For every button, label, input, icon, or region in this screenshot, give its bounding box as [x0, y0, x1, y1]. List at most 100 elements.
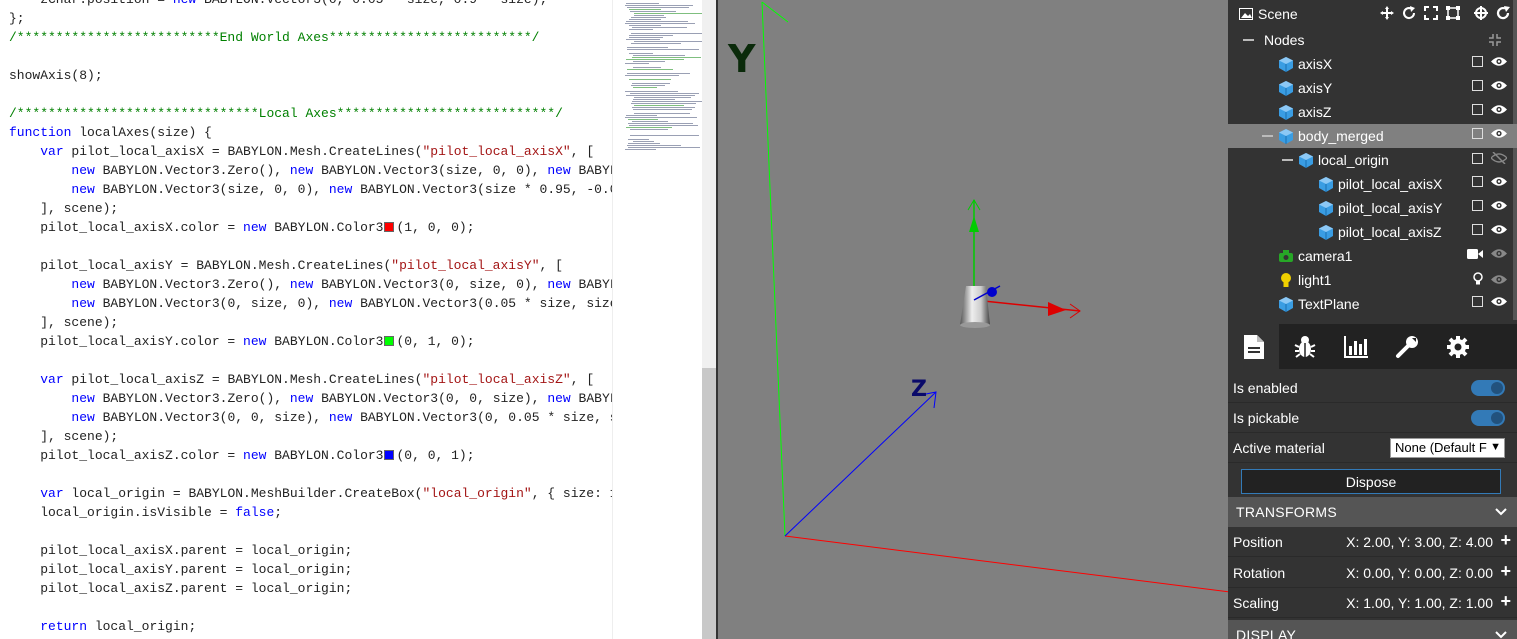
- code-content[interactable]: zChar.position = new BABYLON.Vector3(0, …: [9, 0, 612, 636]
- bounding-box-checkbox[interactable]: [1472, 152, 1483, 164]
- tree-node-camera1[interactable]: camera1: [1228, 244, 1517, 268]
- expand-plus-icon[interactable]: +: [1500, 561, 1511, 582]
- statistics-tab[interactable]: [1330, 324, 1381, 369]
- display-section-header[interactable]: DISPLAY: [1228, 620, 1517, 639]
- code-line[interactable]: pilot_local_axisX.color = new BABYLON.Co…: [9, 218, 612, 237]
- color-swatch[interactable]: [384, 222, 395, 232]
- code-line[interactable]: new BABYLON.Vector3.Zero(), new BABYLON.…: [9, 161, 612, 180]
- eye-icon[interactable]: [1491, 296, 1507, 307]
- code-line[interactable]: ], scene);: [9, 199, 612, 218]
- bounding-box-checkbox[interactable]: [1472, 296, 1483, 307]
- body-cylinder[interactable]: [960, 286, 990, 325]
- bounding-box-checkbox[interactable]: [1472, 224, 1483, 235]
- code-line[interactable]: new BABYLON.Vector3(0, 0, size), new BAB…: [9, 408, 612, 427]
- active-material-select[interactable]: None (Default F ▼: [1390, 438, 1505, 458]
- code-line[interactable]: showAxis(8);: [9, 66, 612, 85]
- light-toggle-icon[interactable]: [1473, 272, 1483, 286]
- code-line[interactable]: [9, 47, 612, 66]
- eye-icon[interactable]: [1491, 56, 1507, 67]
- pick-target-icon[interactable]: [1473, 5, 1489, 21]
- code-line[interactable]: pilot_local_axisZ.parent = local_origin;: [9, 579, 612, 598]
- bounding-box-checkbox[interactable]: [1472, 128, 1483, 139]
- tree-node-pilot-local-axisz[interactable]: pilot_local_axisZ: [1228, 220, 1517, 244]
- scene-header[interactable]: Scene: [1228, 2, 1517, 26]
- code-line[interactable]: new BABYLON.Vector3.Zero(), new BABYLON.…: [9, 275, 612, 294]
- eye-slash-icon[interactable]: [1491, 152, 1507, 164]
- eye-icon[interactable]: [1491, 128, 1507, 139]
- collapse-minus-icon[interactable]: [1243, 39, 1254, 41]
- render-canvas[interactable]: Y Z: [716, 0, 1228, 639]
- code-line[interactable]: pilot_local_axisX.parent = local_origin;: [9, 541, 612, 560]
- tools-tab[interactable]: [1381, 324, 1432, 369]
- tree-node-local-origin[interactable]: local_origin: [1228, 148, 1517, 172]
- scale-gizmo-icon[interactable]: [1423, 5, 1439, 21]
- code-line[interactable]: [9, 522, 612, 541]
- color-swatch[interactable]: [384, 336, 395, 346]
- bounding-box-checkbox[interactable]: [1472, 176, 1483, 187]
- code-line[interactable]: [9, 237, 612, 256]
- code-line[interactable]: pilot_local_axisY = BABYLON.Mesh.CreateL…: [9, 256, 612, 275]
- bounding-box-checkbox[interactable]: [1472, 80, 1483, 91]
- code-line[interactable]: zChar.position = new BABYLON.Vector3(0, …: [9, 0, 612, 9]
- is-enabled-toggle[interactable]: [1471, 380, 1505, 396]
- bounding-box-checkbox[interactable]: [1472, 56, 1483, 67]
- tree-node-axisx[interactable]: axisX: [1228, 52, 1517, 76]
- move-gizmo-icon[interactable]: [1379, 5, 1395, 21]
- debug-tab[interactable]: [1279, 324, 1330, 369]
- code-line[interactable]: [9, 465, 612, 484]
- code-line[interactable]: ], scene);: [9, 313, 612, 332]
- code-editor[interactable]: zChar.position = new BABYLON.Vector3(0, …: [0, 0, 612, 639]
- code-line[interactable]: new BABYLON.Vector3.Zero(), new BABYLON.…: [9, 389, 612, 408]
- code-line[interactable]: var pilot_local_axisX = BABYLON.Mesh.Cre…: [9, 142, 612, 161]
- eye-icon[interactable]: [1491, 104, 1507, 115]
- code-line[interactable]: pilot_local_axisY.parent = local_origin;: [9, 560, 612, 579]
- transforms-section-header[interactable]: TRANSFORMS: [1228, 497, 1517, 527]
- code-line[interactable]: function localAxes(size) {: [9, 123, 612, 142]
- code-line[interactable]: ], scene);: [9, 427, 612, 446]
- bounding-box-checkbox[interactable]: [1472, 200, 1483, 211]
- eye-icon[interactable]: [1491, 224, 1507, 235]
- nodes-group-header[interactable]: Nodes: [1228, 28, 1517, 52]
- collapse-all-icon[interactable]: [1487, 32, 1503, 48]
- tree-node-pilot-local-axisx[interactable]: pilot_local_axisX: [1228, 172, 1517, 196]
- settings-tab[interactable]: [1432, 324, 1483, 369]
- code-line[interactable]: [9, 85, 612, 104]
- dispose-button[interactable]: Dispose: [1241, 469, 1501, 494]
- code-line[interactable]: var local_origin = BABYLON.MeshBuilder.C…: [9, 484, 612, 503]
- code-line[interactable]: pilot_local_axisY.color = new BABYLON.Co…: [9, 332, 612, 351]
- code-line[interactable]: };: [9, 9, 612, 28]
- active-camera-icon[interactable]: [1467, 248, 1483, 259]
- eye-icon[interactable]: [1491, 176, 1507, 187]
- code-line[interactable]: return local_origin;: [9, 617, 612, 636]
- tree-node-axisy[interactable]: axisY: [1228, 76, 1517, 100]
- code-line[interactable]: [9, 351, 612, 370]
- bounding-box-gizmo-icon[interactable]: [1445, 5, 1461, 21]
- refresh-icon[interactable]: [1495, 5, 1511, 21]
- bounding-box-checkbox[interactable]: [1472, 104, 1483, 115]
- code-line[interactable]: /*******************************Local Ax…: [9, 104, 612, 123]
- eye-icon[interactable]: [1491, 200, 1507, 211]
- code-line[interactable]: [9, 598, 612, 617]
- is-pickable-toggle[interactable]: [1471, 410, 1505, 426]
- code-line[interactable]: var pilot_local_axisZ = BABYLON.Mesh.Cre…: [9, 370, 612, 389]
- tree-node-pilot-local-axisy[interactable]: pilot_local_axisY: [1228, 196, 1517, 220]
- rotate-gizmo-icon[interactable]: [1401, 5, 1417, 21]
- code-line[interactable]: pilot_local_axisZ.color = new BABYLON.Co…: [9, 446, 612, 465]
- scrollbar-thumb[interactable]: [702, 368, 716, 639]
- tree-node-body-merged[interactable]: body_merged: [1228, 124, 1517, 148]
- tree-node-light1[interactable]: light1: [1228, 268, 1517, 292]
- collapse-minus-icon[interactable]: [1262, 135, 1273, 137]
- editor-scrollbar[interactable]: [702, 0, 716, 639]
- expand-plus-icon[interactable]: +: [1500, 591, 1511, 612]
- code-line[interactable]: new BABYLON.Vector3(size, 0, 0), new BAB…: [9, 180, 612, 199]
- collapse-minus-icon[interactable]: [1282, 159, 1293, 161]
- expand-plus-icon[interactable]: +: [1500, 530, 1511, 551]
- eye-icon[interactable]: [1491, 80, 1507, 91]
- eye-icon[interactable]: [1491, 248, 1507, 259]
- tree-node-axisz[interactable]: axisZ: [1228, 100, 1517, 124]
- code-line[interactable]: local_origin.isVisible = false;: [9, 503, 612, 522]
- code-minimap[interactable]: [612, 0, 702, 639]
- color-swatch[interactable]: [384, 450, 395, 460]
- code-line[interactable]: new BABYLON.Vector3(0, size, 0), new BAB…: [9, 294, 612, 313]
- properties-tab[interactable]: [1228, 324, 1279, 369]
